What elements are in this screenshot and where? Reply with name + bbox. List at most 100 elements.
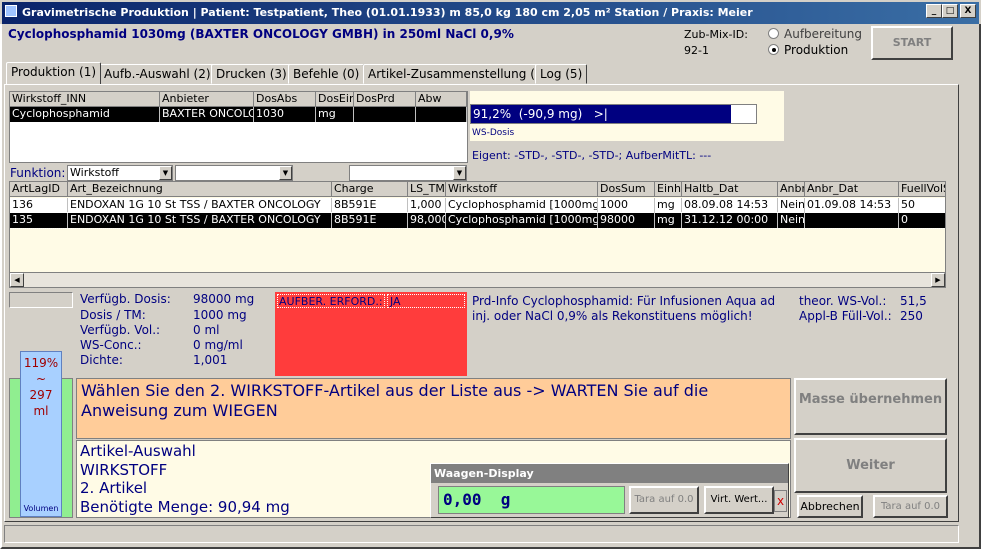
appl-value: 250 (900, 309, 923, 323)
app-icon (5, 5, 17, 17)
table-cell: mg (655, 198, 682, 213)
col-header[interactable]: DosSum (598, 182, 655, 197)
info-panel: Verfügb. Dosis: 98000 mg Dosis / TM: 100… (80, 292, 270, 372)
table-row[interactable]: Cyclophosphamid BAXTER ONCOLOGY 1030 mg (10, 107, 467, 122)
maximize-button[interactable]: □ (942, 4, 958, 18)
table-cell: Cyclophosphamid [1000mg] (448, 213, 598, 228)
tab-drucken[interactable]: Drucken (3) (211, 64, 292, 84)
virt-wert-button[interactable]: Virt. Wert... (704, 486, 774, 514)
table-cell: ENDOXAN 1G 10 St TSS / BAXTER ONCOLOGY (68, 198, 332, 213)
selection-title: Artikel-Auswahl (80, 442, 196, 460)
table-cell: 8B591E (332, 198, 408, 213)
filter-select-3[interactable]: ▼ (349, 165, 467, 181)
col-header[interactable]: Einh (655, 182, 682, 197)
volume-ml: 297 (29, 388, 53, 402)
col-header[interactable]: Anbr_Dat (805, 182, 899, 197)
volume-unit: ml (33, 404, 49, 418)
eigent-text: Eigent: -STD-, -STD-, -STD-; AufberMitTL… (472, 149, 712, 162)
info-label: Verfügb. Dosis: (80, 292, 171, 306)
table-cell: Cyclophosphamid (10, 107, 160, 122)
radio-produktion[interactable] (768, 44, 779, 55)
col-header[interactable]: Art_Bezeichnung (68, 182, 332, 197)
col-header[interactable]: DosPrd (354, 92, 416, 107)
info-label: Dichte: (80, 353, 123, 367)
col-header[interactable]: FuellVolSoll (899, 182, 945, 197)
title-bar: Gravimetrische Produktion | Patient: Tes… (0, 0, 981, 24)
tab-artikel-zusammenstellung[interactable]: Artikel-Zusammenstellung (4) (363, 64, 553, 84)
funktion-select[interactable]: Wirkstoff ▼ (67, 165, 173, 181)
col-header[interactable]: DosAbs (254, 92, 316, 107)
table-cell: 1,000 (408, 198, 446, 213)
info-value: 0 mg/ml (193, 338, 243, 352)
scale-titlebar: Waagen-Display (431, 464, 788, 483)
tara-button[interactable]: Tara auf 0.0 (873, 495, 948, 518)
table-cell: 1000 (598, 198, 655, 213)
info-label: WS-Conc.: (80, 338, 142, 352)
ws-dosis-panel: 91,2% (-90,9 mg) >| WS-Dosis (470, 91, 784, 141)
col-header[interactable]: Abw (416, 92, 467, 107)
chevron-down-icon: ▼ (453, 166, 466, 180)
filter-select-2[interactable]: ▼ (175, 165, 293, 181)
radio-produktion-label: Produktion (784, 43, 849, 57)
scroll-left-icon[interactable]: ◀ (10, 273, 24, 287)
masse-uebernehmen-button[interactable]: Masse übernehmen (794, 378, 947, 435)
info-value: 0 ml (193, 323, 220, 337)
minimize-button[interactable]: _ (926, 4, 942, 18)
scroll-right-icon[interactable]: ▶ (931, 273, 945, 287)
col-header[interactable]: Charge (332, 182, 408, 197)
abbrechen-button[interactable]: Abbrechen (797, 495, 863, 518)
instruction-panel: Wählen Sie den 2. WIRKSTOFF-Artikel aus … (76, 378, 791, 439)
volume-tilde: ~ (35, 372, 47, 386)
table-cell: BAXTER ONCOLOGY (160, 107, 254, 122)
table-cell: mg (316, 107, 354, 122)
table-row-selected[interactable]: 135 ENDOXAN 1G 10 St TSS / BAXTER ONCOLO… (10, 212, 945, 229)
chevron-down-icon: ▼ (279, 166, 292, 180)
window-title: Gravimetrische Produktion | Patient: Tes… (22, 6, 753, 19)
radio-aufbereitung-label: Aufbereitung (784, 27, 862, 41)
col-header[interactable]: Anbr (778, 182, 805, 197)
start-button[interactable]: START (871, 26, 953, 60)
product-title: Cyclophosphamid 1030mg (BAXTER ONCOLOGY … (8, 27, 514, 41)
table-cell: Nein (780, 213, 805, 228)
volume-percent: 119% (23, 356, 59, 370)
info-value: 98000 mg (193, 292, 255, 306)
wirkstoff-grid: Wirkstoff_INN Anbieter DosAbs DosEinh Do… (9, 91, 468, 163)
table-cell: mg (655, 213, 682, 228)
table-cell (354, 107, 416, 122)
appl-label: Appl-B Füll-Vol.: (799, 309, 892, 323)
info-value: 1,001 (193, 353, 228, 367)
ws-dosis-bar: 91,2% (-90,9 mg) >| (470, 104, 757, 124)
status-bar (4, 525, 959, 543)
volume-fill: 119% ~ 297 ml Volumen (20, 351, 62, 517)
weiter-button[interactable]: Weiter (794, 438, 947, 493)
table-cell: Nein (780, 198, 805, 213)
volume-caption: Volumen (23, 504, 59, 513)
info-label: Verfügb. Vol.: (80, 323, 161, 337)
info-value: 1000 mg (193, 308, 247, 322)
table-cell: 50 (899, 198, 945, 213)
col-header[interactable]: LS_TM (408, 182, 446, 197)
table-row[interactable]: 136 ENDOXAN 1G 10 St TSS / BAXTER ONCOLO… (10, 198, 945, 213)
table-cell: 0 (899, 213, 945, 228)
tab-produktion[interactable]: Produktion (1) (6, 62, 102, 84)
article-grid: ArtLagID Art_Bezeichnung Charge LS_TM Wi… (9, 181, 946, 288)
close-window-button[interactable]: X (960, 4, 976, 18)
col-header[interactable]: DosEinh (316, 92, 354, 107)
tab-log[interactable]: Log (5) (535, 64, 588, 84)
tara-scale-button[interactable]: Tara auf 0.0 (629, 486, 699, 514)
col-header[interactable]: Anbieter (160, 92, 254, 107)
col-header[interactable]: Wirkstoff (446, 182, 598, 197)
horizontal-scrollbar[interactable]: ◀ ▶ (10, 272, 945, 287)
zubmix-value: 92-1 (684, 44, 709, 57)
scale-close-button[interactable]: x (774, 490, 787, 512)
aufber-warning: AUFBER. ERFORD.: JA (275, 292, 467, 376)
col-header[interactable]: Haltb_Dat (682, 182, 778, 197)
table-cell: 1030 (254, 107, 316, 122)
tab-aufb-auswahl[interactable]: Aufb.-Auswahl (2) (99, 64, 216, 84)
col-header[interactable]: Wirkstoff_INN (10, 92, 160, 107)
volume-gauge: 119% ~ 297 ml Volumen (9, 351, 73, 518)
tab-befehle[interactable]: Befehle (0) (288, 64, 365, 84)
radio-aufbereitung[interactable] (768, 28, 779, 39)
table-cell (805, 213, 899, 228)
col-header[interactable]: ArtLagID (10, 182, 68, 197)
